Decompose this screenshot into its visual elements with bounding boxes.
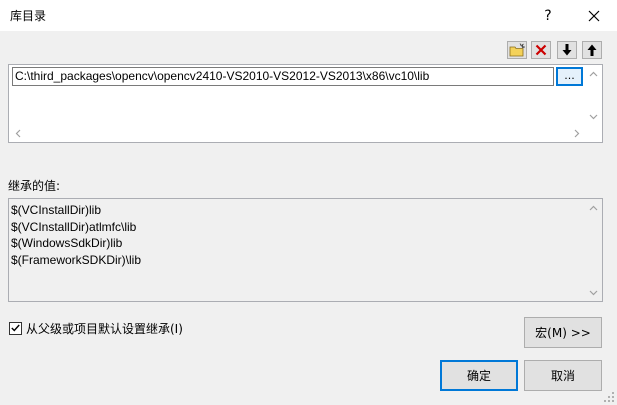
chevron-up-icon (589, 71, 598, 76)
checkmark-icon (11, 324, 20, 332)
scroll-up-arrow[interactable] (585, 65, 602, 82)
inherit-checkbox-label[interactable]: 从父级或项目默认设置继承(I) (26, 320, 183, 337)
inherited-values: $(VCInstallDir)lib $(VCInstallDir)atlmfc… (11, 202, 141, 268)
browse-button[interactable]: ... (556, 67, 583, 86)
delete-icon (535, 44, 547, 56)
scroll-down-arrow[interactable] (585, 108, 602, 125)
resize-grip-icon[interactable] (603, 391, 615, 403)
cancel-button[interactable]: 取消 (524, 360, 602, 391)
inherited-scroll-down-arrow[interactable] (585, 284, 602, 301)
arrow-down-icon (562, 44, 572, 56)
directory-list[interactable]: C:\third_packages\opencv\opencv2410-VS20… (8, 64, 603, 143)
directory-list-horizontal-scrollbar[interactable] (9, 125, 585, 142)
chevron-down-icon (589, 114, 598, 119)
move-up-button[interactable] (582, 41, 602, 59)
inherited-scroll-up-arrow[interactable] (585, 199, 602, 216)
path-input[interactable]: C:\third_packages\opencv\opencv2410-VS20… (12, 67, 554, 86)
inherit-checkbox-row[interactable]: 从父级或项目默认设置继承(I) (9, 320, 183, 336)
inherited-values-label: 继承的值: (8, 179, 61, 193)
close-button[interactable] (571, 0, 617, 31)
delete-line-button[interactable] (531, 41, 551, 59)
inherit-checkbox[interactable] (9, 321, 22, 335)
move-down-button[interactable] (557, 41, 577, 59)
chevron-right-icon (574, 129, 579, 138)
inherited-value-item: $(FrameworkSDKDir)\lib (11, 252, 142, 267)
ok-button[interactable]: 确定 (440, 360, 518, 391)
inherited-values-scrollbar[interactable] (585, 199, 602, 301)
directory-list-vertical-scrollbar[interactable] (585, 65, 602, 125)
title-bar: 库目录 ? (0, 0, 617, 31)
window-title: 库目录 (10, 9, 47, 23)
scroll-right-arrow[interactable] (568, 125, 585, 142)
new-folder-icon (509, 43, 525, 57)
inherited-value-item: $(VCInstallDir)lib (11, 203, 102, 217)
chevron-left-icon (15, 129, 20, 138)
close-icon (588, 10, 600, 21)
scroll-left-arrow[interactable] (9, 125, 26, 142)
help-button[interactable]: ? (525, 0, 571, 31)
library-directories-dialog: 库目录 ? C:\third_packages\opencv\opencv241… (0, 0, 617, 405)
chevron-up-icon (589, 205, 598, 210)
help-icon: ? (544, 7, 552, 24)
inherited-values-list: $(VCInstallDir)lib $(VCInstallDir)atlmfc… (8, 198, 603, 302)
new-line-button[interactable] (507, 41, 527, 59)
chevron-down-icon (589, 290, 598, 295)
arrow-up-icon (587, 44, 597, 56)
inherited-value-item: $(WindowsSdkDir)lib (11, 236, 123, 250)
inherited-value-item: $(VCInstallDir)atlmfc\lib (11, 219, 137, 234)
macro-button[interactable]: 宏(M) >> (524, 317, 602, 348)
